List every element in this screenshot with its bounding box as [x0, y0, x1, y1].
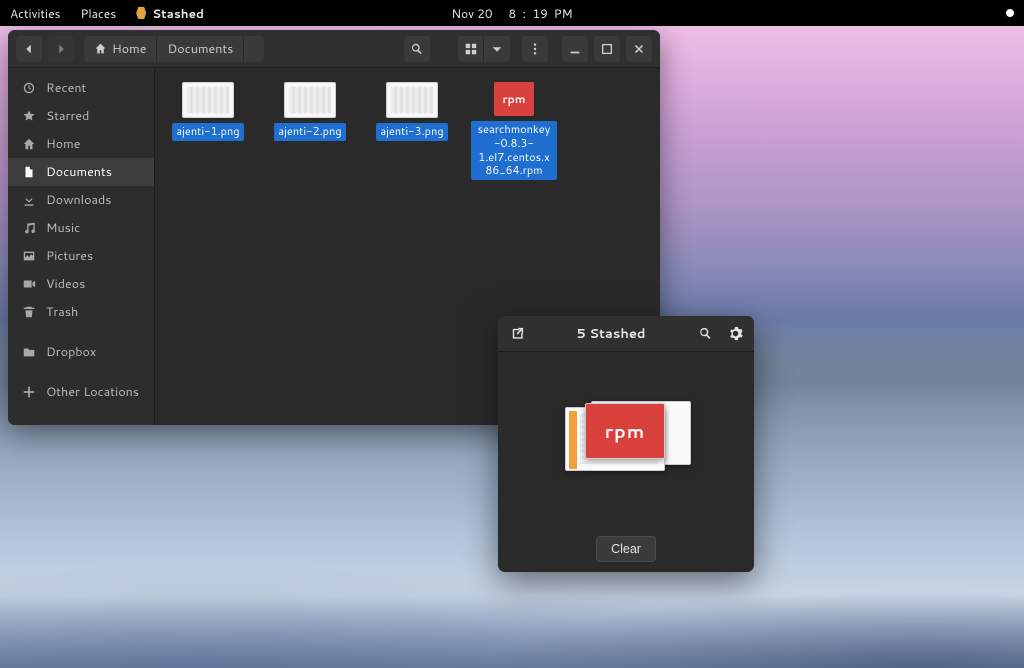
- sidebar-item-label: Recent: [46, 79, 86, 97]
- sidebar-item-label: Starred: [46, 107, 89, 125]
- app-menu-label: Stashed: [152, 5, 204, 22]
- sidebar-item-label: Pictures: [46, 247, 93, 265]
- sidebar-item-label: Trash: [46, 303, 78, 321]
- clear-button[interactable]: Clear: [596, 536, 656, 562]
- activities-button[interactable]: Activities: [10, 5, 61, 22]
- path-home[interactable]: Home: [84, 36, 157, 62]
- path-current[interactable]: Documents: [157, 36, 244, 62]
- path-current-label: Documents: [167, 40, 233, 58]
- files-headerbar: Home Documents: [8, 30, 660, 68]
- rpm-badge: rpm: [605, 418, 646, 444]
- sidebar-item-label: Other Locations: [46, 383, 139, 401]
- sidebar-item-label: Home: [46, 135, 80, 153]
- pathbar: Home Documents: [84, 36, 264, 62]
- sidebar-item-label: Music: [46, 219, 80, 237]
- videos-icon: [22, 277, 36, 291]
- image-thumbnail-icon: [386, 82, 438, 118]
- folder-icon: [22, 345, 36, 359]
- status-indicator-icon[interactable]: [1006, 9, 1014, 17]
- clock-hour: 8: [509, 5, 517, 22]
- grid-icon: [464, 42, 478, 56]
- file-name: ajenti-1.png: [172, 123, 243, 141]
- image-thumbnail-icon: [284, 82, 336, 118]
- stashed-title: 5 Stashed: [536, 325, 686, 343]
- sidebar-item-videos[interactable]: Videos: [8, 270, 154, 298]
- sidebar-item-label: Dropbox: [46, 343, 96, 361]
- file-item[interactable]: ajenti-2.png: [267, 82, 353, 141]
- close-button[interactable]: [626, 36, 652, 62]
- sidebar-item-label: Downloads: [46, 191, 111, 209]
- stash-drop-area[interactable]: rpm: [498, 352, 754, 526]
- maximize-icon: [600, 42, 614, 56]
- music-icon: [22, 221, 36, 235]
- maximize-button[interactable]: [594, 36, 620, 62]
- stash-preview-stack: rpm: [561, 399, 691, 479]
- chevron-down-icon: [490, 42, 504, 56]
- stashed-app-icon: [136, 7, 146, 19]
- back-button[interactable]: [16, 36, 42, 62]
- file-item[interactable]: rpm searchmonkey-0.8.3-1.el7.centos.x86_6…: [471, 82, 557, 180]
- sidebar-item-documents[interactable]: Documents: [8, 158, 154, 186]
- home-icon: [94, 42, 107, 55]
- pictures-icon: [22, 249, 36, 263]
- file-item[interactable]: ajenti-3.png: [369, 82, 455, 141]
- sidebar-item-dropbox[interactable]: Dropbox: [8, 338, 154, 366]
- download-icon: [22, 193, 36, 207]
- sidebar-item-starred[interactable]: Starred: [8, 102, 154, 130]
- plus-icon: [22, 385, 36, 399]
- clock-minute: 19: [533, 5, 548, 22]
- minimize-button[interactable]: [562, 36, 588, 62]
- view-options-button[interactable]: [484, 36, 510, 62]
- search-icon: [410, 42, 424, 56]
- sidebar-item-downloads[interactable]: Downloads: [8, 186, 154, 214]
- trash-icon: [22, 305, 36, 319]
- file-name: searchmonkey-0.8.3-1.el7.centos.x86_64.r…: [471, 121, 557, 180]
- sidebar-item-pictures[interactable]: Pictures: [8, 242, 154, 270]
- file-name: ajenti-2.png: [274, 123, 345, 141]
- path-dropdown[interactable]: [244, 36, 264, 62]
- clock[interactable]: Nov 20 8 19 PM: [451, 5, 572, 22]
- sidebar-item-label: Documents: [46, 163, 112, 181]
- stashed-window: 5 Stashed rpm Clear: [498, 316, 754, 572]
- clock-date: Nov 20: [451, 5, 492, 22]
- hamburger-menu[interactable]: [522, 36, 548, 62]
- file-name: ajenti-3.png: [376, 123, 447, 141]
- arrow-left-icon: [22, 42, 36, 56]
- view-grid-button[interactable]: [458, 36, 484, 62]
- sidebar-item-recent[interactable]: Recent: [8, 74, 154, 102]
- clock-ampm: PM: [554, 5, 573, 22]
- close-icon: [632, 42, 646, 56]
- popout-icon: [510, 326, 525, 341]
- path-home-label: Home: [112, 40, 146, 58]
- star-icon: [22, 109, 36, 123]
- gear-icon: [728, 326, 743, 341]
- app-menu[interactable]: Stashed: [136, 5, 204, 22]
- image-thumbnail-icon: [182, 82, 234, 118]
- sidebar-item-home[interactable]: Home: [8, 130, 154, 158]
- view-switcher: [458, 36, 510, 62]
- sidebar: Recent Starred Home Documents Downloads Music…: [8, 68, 155, 425]
- stash-settings-button[interactable]: [724, 323, 746, 345]
- stash-search-button[interactable]: [694, 323, 716, 345]
- arrow-right-icon: [54, 42, 68, 56]
- documents-icon: [22, 165, 36, 179]
- sidebar-item-music[interactable]: Music: [8, 214, 154, 242]
- file-item[interactable]: ajenti-1.png: [165, 82, 251, 141]
- forward-button[interactable]: [48, 36, 74, 62]
- places-menu[interactable]: Places: [81, 5, 117, 22]
- pop-out-button[interactable]: [506, 323, 528, 345]
- kebab-icon: [528, 42, 542, 56]
- sidebar-item-label: Videos: [46, 275, 85, 293]
- stashed-headerbar: 5 Stashed: [498, 316, 754, 352]
- sidebar-item-other-locations[interactable]: Other Locations: [8, 378, 154, 406]
- home-icon: [22, 137, 36, 151]
- stash-card-rpm: rpm: [585, 403, 665, 459]
- sidebar-item-trash[interactable]: Trash: [8, 298, 154, 326]
- search-icon: [698, 326, 713, 341]
- search-button[interactable]: [404, 36, 430, 62]
- clock-icon: [22, 81, 36, 95]
- minimize-icon: [568, 42, 582, 56]
- rpm-icon: rpm: [494, 82, 534, 116]
- gnome-top-bar: Activities Places Stashed Nov 20 8 19 PM: [0, 0, 1024, 26]
